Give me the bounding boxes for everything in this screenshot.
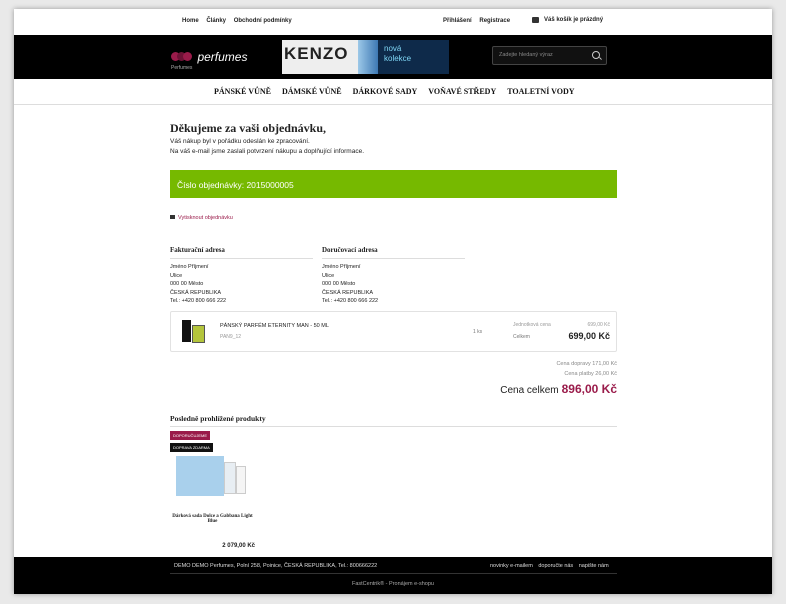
page-frame: Home Články Obchodní podmínky Přihlášení… xyxy=(14,9,772,594)
page-title: Děkujeme za vaši objednávku, xyxy=(170,121,327,135)
product-image[interactable] xyxy=(180,319,206,343)
footer-address: DEMO DEMO Perfumes, Polní 258, Poinice, … xyxy=(174,563,378,569)
footer: DEMO DEMO Perfumes, Polní 258, Poinice, … xyxy=(14,557,772,594)
nav-item-scented-wednesdays[interactable]: VOŇAVÉ STŘEDY xyxy=(428,87,496,96)
nav-item-mens[interactable]: PÁNSKÉ VŮNĚ xyxy=(214,87,271,96)
banner-bottle-image xyxy=(358,40,378,74)
header: perfumes Perfumes KENZO nová kolekce Zad… xyxy=(14,35,772,79)
recent-products-heading: Posledně prohlížené produkty xyxy=(170,414,617,427)
shipping-line: Tel.: +420 800 666 222 xyxy=(322,298,379,304)
cart-icon xyxy=(532,17,539,23)
order-item-row: PÁNSKÝ PARFÉM ETERNITY MAN - 50 ML PAN9_… xyxy=(170,311,617,352)
item-total-label: Celkem xyxy=(513,334,530,340)
shipping-line: ČESKÁ REPUBLIKA xyxy=(322,289,374,296)
main-nav: PÁNSKÉ VŮNĚ DÁMSKÉ VŮNĚ DÁRKOVÉ SADY VOŇ… xyxy=(14,79,772,105)
footer-links: novinky e-mailem doporučte nás napište n… xyxy=(486,563,609,569)
item-total: 699,00 Kč xyxy=(568,331,610,341)
order-number: Číslo objednávky: 2015000005 xyxy=(177,180,294,190)
recent-product-image[interactable] xyxy=(176,452,250,504)
banner-text: nová kolekce xyxy=(384,44,412,63)
footer-divider xyxy=(170,573,617,574)
confirmation-line-1: Váš nákup byl v pořádku odeslán ke zprac… xyxy=(170,138,310,145)
shipping-cost: Cena dopravy 171,00 Kč xyxy=(556,361,617,367)
shipping-line: Jméno Příjmení xyxy=(322,264,361,270)
top-link-home[interactable]: Home xyxy=(182,18,199,24)
order-total-label: Cena celkem xyxy=(500,385,559,396)
confirmation-line-2: Na váš e-mail jsme zaslali potvrzení nák… xyxy=(170,148,365,155)
logo-icon xyxy=(171,48,192,66)
nav-item-gift-sets[interactable]: DÁRKOVÉ SADY xyxy=(353,87,418,96)
top-link-terms[interactable]: Obchodní podmínky xyxy=(234,18,292,24)
product-code: PAN9_12 xyxy=(220,334,242,340)
logo-name: perfumes xyxy=(197,50,248,64)
shipping-line: Ulice xyxy=(322,272,335,279)
product-quantity: 1 ks xyxy=(473,329,483,335)
search-input[interactable]: Zadejte hledaný výraz xyxy=(492,46,607,65)
billing-line: Jméno Příjmení xyxy=(170,264,209,270)
billing-heading: Fakturační adresa xyxy=(170,246,313,259)
footer-credit[interactable]: FastCentrik® - Pronájem e-shopu xyxy=(14,581,772,587)
promo-banner[interactable]: KENZO nová kolekce xyxy=(282,40,449,74)
footer-link-contact[interactable]: napište nám xyxy=(579,563,609,569)
footer-link-newsletter[interactable]: novinky e-mailem xyxy=(490,563,533,569)
top-link-articles[interactable]: Články xyxy=(206,18,226,24)
banner-brand: KENZO xyxy=(284,44,349,63)
top-bar: Home Články Obchodní podmínky Přihlášení… xyxy=(14,9,772,35)
cart-label: Váš košík je prázdný xyxy=(544,17,604,23)
order-total: Cena celkem 896,00 Kč xyxy=(500,382,617,396)
shipping-line: 000 00 Město xyxy=(322,281,356,287)
billing-line: Ulice xyxy=(170,272,183,279)
badge-recommended: DOPORUČUJEME xyxy=(170,431,211,440)
badge-free-shipping: DOPRAVA ZDARMA xyxy=(170,443,213,452)
order-total-value: 896,00 Kč xyxy=(561,382,617,396)
cart-link[interactable]: Váš košík je prázdný xyxy=(532,17,603,23)
footer-link-recommend[interactable]: doporučte nás xyxy=(538,563,573,569)
recent-product-price: 2 079,00 Kč xyxy=(222,543,255,549)
billing-line: 000 00 Město xyxy=(170,281,204,287)
billing-line: ČESKÁ REPUBLIKA xyxy=(170,289,222,296)
logo[interactable]: perfumes Perfumes xyxy=(171,48,248,71)
auth-links: Přihlášení Registrace xyxy=(443,18,516,24)
billing-address: Fakturační adresa Jméno Příjmení Ulice 0… xyxy=(170,246,313,306)
payment-cost: Cena platby 26,00 Kč xyxy=(564,371,617,377)
shipping-address: Doručovací adresa Jméno Příjmení Ulice 0… xyxy=(322,246,465,306)
search-icon[interactable] xyxy=(592,51,600,59)
shipping-heading: Doručovací adresa xyxy=(322,246,465,259)
printer-icon xyxy=(170,215,175,219)
order-number-bar: Číslo objednávky: 2015000005 xyxy=(170,170,617,198)
product-name[interactable]: PÁNSKÝ PARFÉM ETERNITY MAN - 50 ML xyxy=(220,323,329,329)
logo-sub: Perfumes xyxy=(171,65,193,71)
recent-product-name[interactable]: Dárková sada Dolce a Gabbana Light Blue xyxy=(170,514,255,524)
search-placeholder: Zadejte hledaný výraz xyxy=(499,52,553,58)
unit-price-label: Jednotková cena xyxy=(513,322,551,328)
nav-item-womens[interactable]: DÁMSKÉ VŮNĚ xyxy=(282,87,342,96)
print-order-link[interactable]: Vytisknout objednávku xyxy=(170,215,233,221)
top-links: Home Články Obchodní podmínky xyxy=(182,18,298,24)
unit-price: 699,00 Kč xyxy=(587,322,610,328)
nav-item-toilet-waters[interactable]: TOALETNÍ VODY xyxy=(507,87,574,96)
login-link[interactable]: Přihlášení xyxy=(443,18,472,24)
register-link[interactable]: Registrace xyxy=(479,18,510,24)
billing-line: Tel.: +420 800 666 222 xyxy=(170,298,227,304)
